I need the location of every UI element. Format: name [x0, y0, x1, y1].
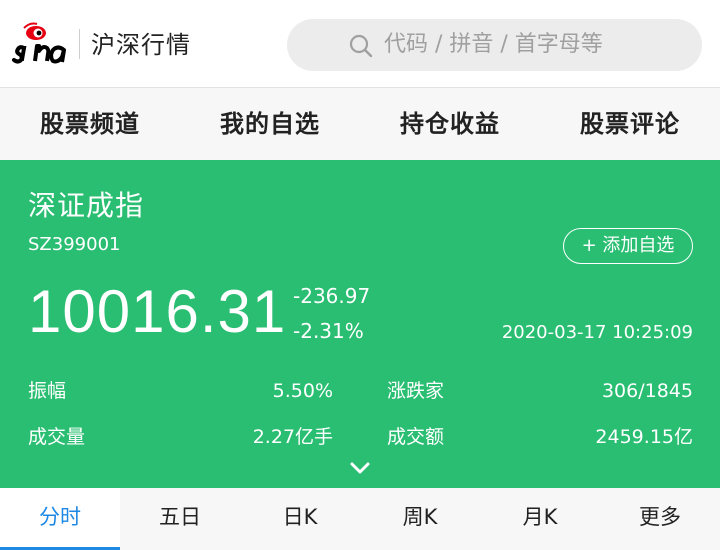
tab-more[interactable]: 更多	[600, 488, 720, 550]
chart-period-tabs: 分时 五日 日K 周K 月K 更多	[0, 488, 720, 550]
up-down-count-label: 涨跌家	[387, 380, 445, 402]
volume-label: 成交量	[28, 426, 86, 448]
nav-item-stock-comments[interactable]: 股票评论	[540, 88, 720, 160]
turnover-value: 2459.15亿	[595, 426, 693, 448]
search-icon	[349, 34, 373, 58]
amplitude-label: 振幅	[28, 380, 67, 402]
logo-divider	[79, 29, 80, 59]
turnover-label: 成交额	[387, 426, 445, 448]
header: 沪深行情 代码 / 拼音 / 首字母等	[0, 0, 720, 88]
price-change: -236.97	[293, 284, 371, 308]
nav-item-stock-channel[interactable]: 股票频道	[0, 88, 180, 160]
up-down-count-value: 306/1845	[601, 380, 693, 402]
price-change-percent: -2.31%	[293, 319, 364, 343]
site-title: 沪深行情	[91, 31, 191, 59]
tab-monthly-k[interactable]: 月K	[480, 488, 600, 550]
quote-card: 深证成指 SZ399001 + 添加自选 10016.31 -236.97 -2…	[0, 160, 720, 488]
quote-timestamp: 2020-03-17 10:25:09	[501, 322, 693, 343]
tab-intraday[interactable]: 分时	[0, 488, 120, 550]
tab-weekly-k[interactable]: 周K	[360, 488, 480, 550]
nav-item-my-watchlist[interactable]: 我的自选	[180, 88, 360, 160]
search-placeholder: 代码 / 拼音 / 首字母等	[384, 32, 603, 57]
nav-item-holdings[interactable]: 持仓收益	[360, 88, 540, 160]
sina-logo[interactable]	[10, 20, 74, 68]
volume-value: 2.27亿手	[252, 426, 333, 448]
chevron-down-icon[interactable]	[349, 460, 371, 476]
stock-code: SZ399001	[28, 234, 121, 255]
tab-five-day[interactable]: 五日	[120, 488, 240, 550]
stock-name: 深证成指	[28, 189, 145, 222]
add-to-watchlist-button[interactable]: + 添加自选	[563, 228, 693, 264]
tab-daily-k[interactable]: 日K	[240, 488, 360, 550]
current-price: 10016.31	[28, 278, 287, 345]
main-nav: 股票频道 我的自选 持仓收益 股票评论	[0, 88, 720, 160]
amplitude-value: 5.50%	[272, 380, 333, 402]
